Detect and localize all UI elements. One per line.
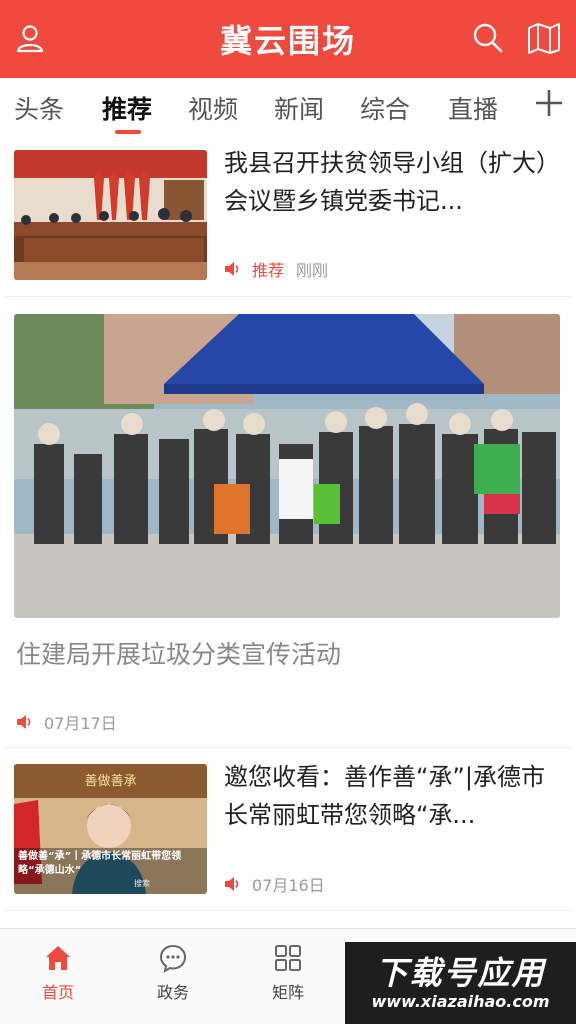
plus-icon[interactable] (534, 88, 564, 118)
chat-icon (159, 944, 187, 973)
news-meta: 07月16日 (224, 872, 325, 896)
nav-home[interactable]: 首页 (18, 943, 98, 1003)
news-time: 07月17日 (44, 714, 117, 733)
outdoor-event-photo (14, 314, 560, 618)
nav-home-label: 首页 (41, 983, 74, 1002)
app-header: 冀云围场 (0, 0, 576, 78)
tab-news[interactable]: 新闻 (274, 90, 324, 126)
nav-government[interactable]: 政务 (133, 943, 213, 1003)
speaker-icon[interactable] (224, 876, 240, 892)
search-icon[interactable] (470, 20, 506, 56)
news-title[interactable]: 我县召开扶贫领导小组（扩大）会议暨乡镇党委书记... (224, 144, 564, 220)
speaker-icon[interactable] (16, 714, 32, 730)
speaker-icon[interactable] (224, 261, 240, 277)
news-item[interactable]: 我县召开扶贫领导小组（扩大）会议暨乡镇党委书记... 推荐 刚刚 (0, 140, 576, 298)
tab-live[interactable]: 直播 (448, 90, 498, 126)
meeting-photo (14, 150, 207, 280)
news-time: 07月16日 (252, 876, 325, 895)
news-title[interactable]: 邀您收看：善作善“承”|承德市长常丽虹带您领略“承... (224, 758, 564, 834)
news-item[interactable]: 善做善承 善做善“承”丨承德市长常丽虹带您领略“承德山水” 搜索 邀您收看：善作… (0, 748, 576, 912)
news-item[interactable]: 住建局开展垃圾分类宣传活动 07月17日 (0, 298, 576, 748)
news-tag: 推荐 (252, 261, 285, 280)
tab-comprehensive[interactable]: 综合 (360, 90, 410, 126)
nav-matrix[interactable]: 矩阵 (248, 943, 328, 1003)
watermark-url: www.xiazaihao.com (371, 992, 550, 1011)
active-tab-indicator (115, 130, 141, 134)
watermark-title: 下载号应用 (375, 954, 546, 992)
news-meta: 推荐 刚刚 (224, 257, 328, 281)
watermark-logo: 下载号应用 www.xiazaihao.com (345, 942, 576, 1024)
home-icon (46, 946, 70, 970)
divider (4, 910, 572, 911)
thumb-banner: 善做善承 (84, 774, 137, 789)
video-thumbnail: 善做善承 善做善“承”丨承德市长常丽虹带您领略“承德山水” 搜索 (14, 764, 207, 894)
category-tabs: 头条 推荐 视频 新闻 综合 直播 (0, 78, 576, 140)
thumb-search: 搜索 (134, 879, 150, 888)
nav-government-label: 政务 (156, 983, 189, 1002)
grid-icon (275, 945, 301, 971)
map-icon[interactable] (526, 20, 562, 56)
news-meta: 07月17日 (16, 710, 117, 734)
news-title[interactable]: 住建局开展垃圾分类宣传活动 (16, 636, 556, 674)
tab-recommended[interactable]: 推荐 (102, 90, 152, 126)
tab-video[interactable]: 视频 (188, 90, 238, 126)
nav-matrix-label: 矩阵 (271, 983, 304, 1002)
divider (4, 296, 572, 297)
tab-headlines[interactable]: 头条 (14, 90, 64, 126)
news-time: 刚刚 (296, 261, 329, 280)
thumb-caption: 善做善“承”丨承德市长常丽虹带您领略“承德山水” (18, 851, 182, 876)
